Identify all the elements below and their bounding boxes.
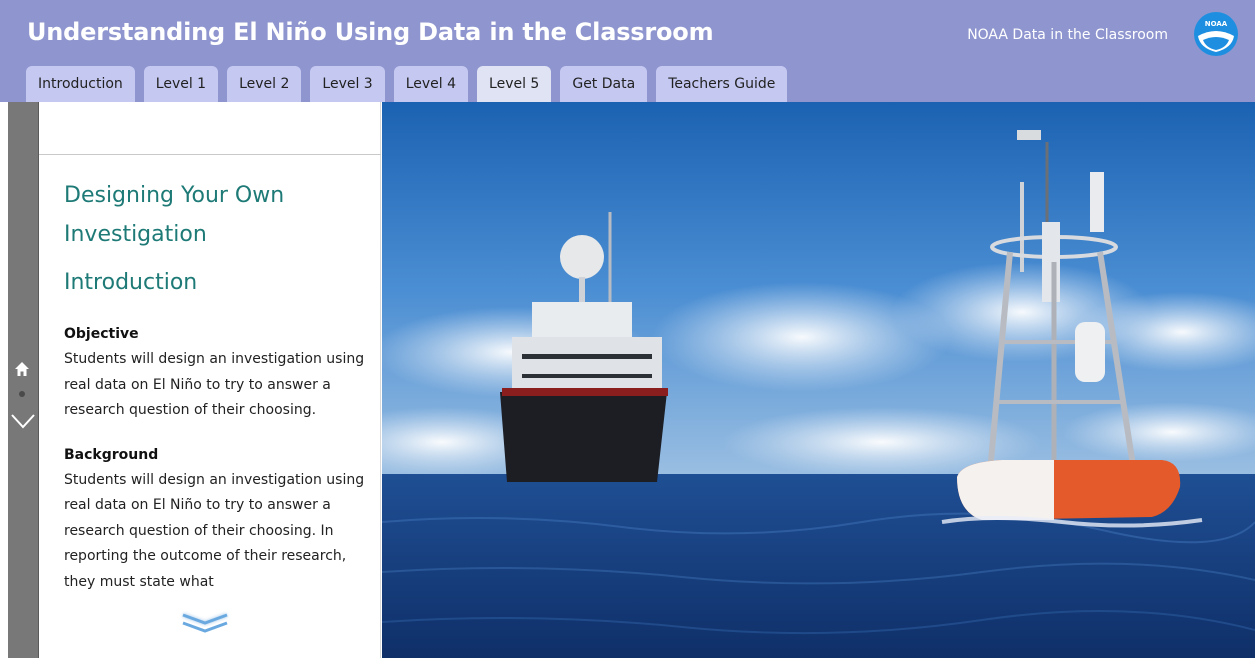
home-icon[interactable] — [14, 361, 30, 377]
tab-level-2[interactable]: Level 2 — [227, 66, 302, 102]
header-bar: Understanding El Niño Using Data in the … — [0, 0, 1255, 102]
panel-divider — [39, 154, 381, 155]
tab-introduction[interactable]: Introduction — [26, 66, 135, 102]
section-dot-indicator[interactable] — [19, 391, 25, 397]
background-heading: Background — [64, 446, 159, 463]
objective-heading: Objective — [64, 326, 139, 342]
tab-level-1[interactable]: Level 1 — [143, 66, 219, 102]
story-panel[interactable]: Designing Your Own Investigation Introdu… — [39, 102, 381, 658]
level-tabs: Introduction Level 1 Level 2 Level 3 Lev… — [26, 66, 788, 102]
double-chevron-down-icon[interactable] — [179, 611, 231, 635]
chevron-down-icon[interactable] — [10, 412, 36, 430]
section-title: Designing Your Own Investigation — [64, 183, 285, 247]
ship-and-buoy-illustration — [382, 102, 1255, 658]
app-title: Understanding El Niño Using Data in the … — [27, 18, 714, 46]
ship-and-buoy-photo — [382, 102, 1255, 658]
tab-level-4[interactable]: Level 4 — [393, 66, 469, 102]
panel-content: Designing Your Own Investigation Introdu… — [64, 176, 369, 616]
brand-link[interactable]: NOAA Data in the Classroom — [967, 27, 1168, 43]
tab-level-5[interactable]: Level 5 — [477, 66, 552, 102]
background-text: Students will design an investigation us… — [64, 471, 365, 590]
noaa-logo-text: NOAA — [1205, 20, 1228, 28]
section-subtitle: Introduction — [64, 270, 198, 295]
noaa-logo[interactable]: NOAA — [1194, 12, 1238, 56]
tab-get-data[interactable]: Get Data — [560, 66, 648, 102]
tab-teachers-guide[interactable]: Teachers Guide — [656, 66, 788, 102]
objective-text: Students will design an investigation us… — [64, 351, 365, 418]
tab-level-3[interactable]: Level 3 — [310, 66, 385, 102]
section-nav-rail — [8, 102, 39, 658]
